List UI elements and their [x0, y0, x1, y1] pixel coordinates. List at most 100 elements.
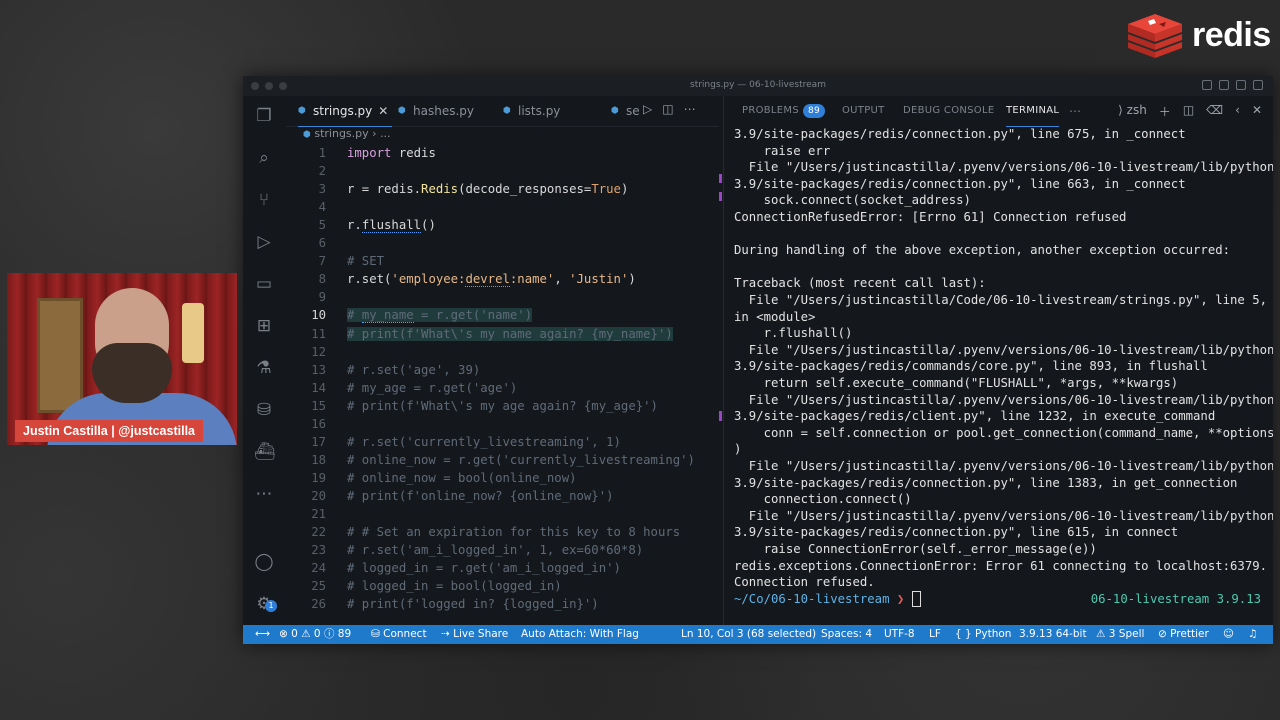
accounts-icon[interactable]: ◯	[254, 552, 274, 572]
line-number: 18	[311, 452, 326, 467]
code-text: import redis	[347, 146, 436, 160]
terminal-line: File "/Users/justincastilla/.pyenv/versi…	[734, 342, 1273, 357]
remote-indicator-icon[interactable]: ⟷	[255, 625, 270, 644]
code-text: # print(f'What\'s my name again? {my_nam…	[347, 326, 673, 341]
terminal-line: 3.9/site-packages/redis/connection.py", …	[734, 525, 1179, 540]
activity-bar: ❐ ⌕ ⑂ ▷ ▭ ⊞ ⚗ ⛁ ⛴ ⋯ ◯ ⚙ 1	[243, 96, 286, 625]
cursor-position-status[interactable]: Ln 10, Col 3 (68 selected)	[681, 625, 816, 644]
line-number: 12	[311, 344, 326, 359]
problems-status[interactable]: ⊗ 0 ⚠ 0 ⓘ 89	[279, 625, 351, 644]
python-file-icon: ⬢	[503, 106, 511, 116]
terminal-prompt[interactable]: ~/Co/06-10-livestream ❯ 06-10-livestream…	[734, 591, 1269, 608]
indentation-status[interactable]: Spaces: 4	[821, 625, 872, 644]
more-actions-icon[interactable]: ⋯	[684, 102, 696, 116]
code-text: # logged_in = bool(logged_in)	[347, 579, 562, 594]
python-file-icon: ⬢	[298, 106, 306, 116]
line-number: 11	[311, 326, 326, 341]
eol-status[interactable]: LF	[929, 625, 941, 644]
live-share-status[interactable]: ⇢ Live Share	[441, 625, 508, 644]
line-number: 10	[311, 308, 326, 323]
presenter-name-tag: Justin Castilla | @justcastilla	[15, 420, 203, 442]
code-text: # online_now = r.get('currently_livestre…	[347, 452, 695, 467]
prompt-arrow-icon: ❯	[896, 591, 912, 606]
docker-icon[interactable]: ⛴	[254, 442, 276, 462]
terminal-line: in <module>	[734, 309, 816, 324]
database-icon[interactable]: ⛁	[254, 400, 274, 420]
close-panel-icon[interactable]: ✕	[1252, 103, 1262, 120]
auto-attach-status[interactable]: Auto Attach: With Flag	[521, 625, 639, 644]
terminal-line: ConnectionRefusedError: [Errno 61] Conne…	[734, 210, 1127, 224]
source-control-icon[interactable]: ⑂	[254, 190, 274, 210]
tab-problems[interactable]: PROBLEMS 89	[742, 96, 826, 126]
code-editor[interactable]: 1 import redis 2 3 r = redis.Redis(decode_re…	[286, 144, 719, 625]
toggle-sidebar-icon[interactable]	[1202, 80, 1212, 90]
search-icon[interactable]: ⌕	[254, 148, 274, 168]
line-number: 1	[318, 146, 326, 160]
tab-strings-py[interactable]: ⬢ strings.py ✕	[298, 96, 393, 127]
spell-status[interactable]: ⚠ 3 Spell	[1096, 625, 1144, 644]
language-label: Python	[975, 628, 1012, 640]
code-text: # print(f'What\'s my age again? {my_age}…	[347, 398, 658, 413]
notifications-bell-icon[interactable]: ♫	[1248, 625, 1257, 644]
split-editor-icon[interactable]: ◫	[662, 102, 673, 116]
code-text: # my_age = r.get('age')	[347, 380, 518, 395]
breadcrumb-file[interactable]: strings.py	[314, 127, 368, 140]
connect-status[interactable]: ⛁ Connect	[371, 625, 427, 644]
webcam-shelf	[37, 298, 83, 413]
extensions-icon[interactable]: ⊞	[254, 316, 274, 336]
line-number: 22	[311, 525, 326, 540]
redis-logo: redis	[1126, 12, 1271, 58]
line-number: 9	[318, 290, 326, 305]
close-tab-icon[interactable]: ✕	[378, 104, 388, 118]
run-debug-icon[interactable]: ▷	[254, 232, 274, 252]
toggle-panel-icon[interactable]	[1219, 80, 1229, 90]
tab-debug-console[interactable]: DEBUG CONSOLE	[903, 96, 994, 126]
prettier-status[interactable]: ⊘ Prettier	[1158, 625, 1209, 644]
info-count: 89	[337, 628, 352, 640]
line-number: 25	[311, 579, 326, 594]
webcam-lamp	[182, 303, 204, 363]
feedback-icon[interactable]: ☺	[1223, 625, 1234, 644]
run-file-icon[interactable]: ▷	[643, 102, 652, 116]
panel-tabs: PROBLEMS 89 OUTPUT DEBUG CONSOLE TERMINAL…	[724, 96, 1273, 127]
tab-terminal[interactable]: TERMINAL	[1006, 96, 1060, 127]
kill-terminal-icon[interactable]: ⌫	[1206, 103, 1223, 120]
explorer-icon[interactable]: ❐	[254, 106, 274, 126]
testing-icon[interactable]: ⚗	[254, 358, 274, 378]
line-number: 26	[311, 597, 326, 612]
chevron-left-icon[interactable]: ‹	[1235, 103, 1240, 120]
panel-more-icon[interactable]: ⋯	[1069, 96, 1081, 126]
terminal-output[interactable]: 3.9/site-packages/redis/connection.py", …	[734, 126, 1273, 621]
tab-output[interactable]: OUTPUT	[842, 96, 885, 126]
language-status[interactable]: { } Python	[955, 625, 1011, 644]
code-text: # r.set('am_i_logged_in', 1, ex=60*60*8)	[347, 543, 644, 558]
prompt-directory: ~/Co/06-10-livestream	[734, 591, 897, 606]
line-number: 15	[311, 398, 326, 413]
breadcrumb: ⬢ strings.py › ...	[303, 127, 391, 140]
line-number: 4	[318, 200, 326, 215]
encoding-status[interactable]: UTF-8	[884, 625, 915, 644]
split-terminal-icon[interactable]: ◫	[1183, 103, 1194, 120]
tab-hashes-py[interactable]: ⬢ hashes.py	[398, 96, 474, 126]
code-text: # online_now = bool(online_now)	[347, 470, 577, 485]
line-number: 8	[318, 272, 326, 287]
tab-label: hashes.py	[413, 104, 474, 118]
tab-lists-py[interactable]: ⬢ lists.py	[503, 96, 560, 126]
tab-label: strings.py	[313, 104, 373, 118]
python-file-icon: ⬢	[398, 106, 406, 116]
bottom-panel: PROBLEMS 89 OUTPUT DEBUG CONSOLE TERMINAL…	[723, 96, 1273, 625]
code-text: # # Set an expiration for this key to 8 …	[347, 525, 681, 540]
new-terminal-icon[interactable]: ＋	[1159, 103, 1171, 120]
line-number: 5	[318, 218, 326, 233]
customize-layout-icon[interactable]	[1253, 80, 1263, 90]
breadcrumb-symbol[interactable]: ...	[380, 127, 391, 140]
error-count: 0	[291, 628, 298, 640]
more-icon[interactable]: ⋯	[254, 484, 274, 504]
terminal-shell-selector[interactable]: ⟩ zsh	[1118, 103, 1147, 120]
interpreter-status[interactable]: 3.9.13 64-bit	[1019, 625, 1087, 644]
toggle-secondary-sidebar-icon[interactable]	[1236, 80, 1246, 90]
terminal-line: 3.9/site-packages/redis/commands/core.py…	[734, 359, 1208, 374]
terminal-line: File "/Users/justincastilla/.pyenv/versi…	[734, 160, 1273, 175]
code-text: # r.set('age', 39)	[347, 362, 481, 377]
remote-explorer-icon[interactable]: ▭	[254, 274, 274, 294]
